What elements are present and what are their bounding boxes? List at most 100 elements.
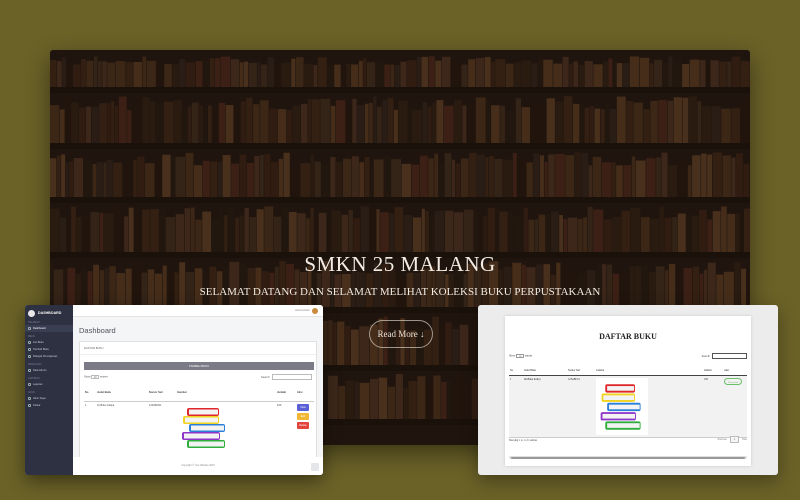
column-header[interactable]: Judul Buku [523, 367, 567, 376]
nav-group-label: AKUN [28, 391, 35, 394]
horizontal-scrollbar[interactable] [509, 456, 747, 459]
column-header[interactable]: No [509, 367, 523, 376]
entries-length: Show 10 entries [509, 354, 532, 358]
card-header: DAFTAR BUKU [80, 342, 316, 355]
column-header[interactable]: Jumlah [703, 367, 723, 376]
download-button[interactable]: Download [724, 377, 742, 385]
edit-button[interactable]: Edit [297, 412, 309, 420]
sidebar-item-keluar[interactable]: Keluar [25, 402, 73, 409]
search-group: Search: [261, 374, 312, 380]
topbar: administrator [73, 305, 323, 317]
sidebar-item-dashboard[interactable]: Dashboard [25, 325, 73, 332]
search-label: Search: [701, 354, 710, 358]
entries-length: Show 10 entries [84, 375, 108, 379]
cell-seri: 123ABC01 [567, 375, 595, 438]
sidebar: DASHBOARD HALAMAN Dashboard MENU List Bu… [25, 305, 73, 475]
sidebar-item-label: Akun Saya [33, 397, 46, 400]
column-header[interactable]: Gambar [176, 385, 276, 402]
cell-no: 1 [84, 401, 96, 462]
entries-label: entries [524, 354, 533, 358]
add-book-button[interactable]: TAMBAH BUKU [84, 362, 314, 370]
cell-seri: 123ABC01 [148, 401, 176, 462]
cell-jumlah: 100 [703, 375, 723, 438]
logout-icon [28, 404, 31, 407]
show-label: Show [509, 354, 516, 358]
books-card: DAFTAR BUKU TAMBAH BUKU Show 10 entries … [79, 341, 317, 462]
view-button[interactable]: View [297, 403, 309, 411]
nav-group-label: PENGGUNA [28, 363, 42, 366]
column-header[interactable]: Nomor Seri [148, 385, 176, 402]
brand-logo-icon [28, 309, 35, 317]
book-image-frame [596, 377, 648, 435]
cell-judul: Ini Buku Kaliya [96, 401, 148, 462]
avatar[interactable] [312, 308, 318, 314]
sidebar-item-riwayat[interactable]: Riwayat Peminjaman [25, 353, 73, 360]
report-icon [28, 383, 31, 386]
search-input[interactable] [272, 374, 312, 380]
books-table: No Judul Buku Nomor Seri Gambar Jumlah A… [509, 367, 747, 438]
table-page: DAFTAR BUKU Show 10 entries Search: No J… [505, 316, 751, 466]
previous-page-button[interactable]: Previous [718, 438, 727, 441]
plus-icon [28, 348, 31, 351]
sidebar-item-label: Riwayat Peminjaman [33, 355, 58, 358]
user-icon [28, 369, 31, 372]
column-header[interactable]: Judul Buku [96, 385, 148, 402]
column-header[interactable]: Jumlah [276, 385, 296, 402]
column-header[interactable]: No [84, 385, 96, 402]
book-stack-image [182, 407, 225, 448]
read-more-button[interactable]: Read More ↓ [369, 320, 433, 348]
brand-label: DASHBOARD [38, 311, 62, 315]
sidebar-item-label: Tambah Buku [33, 348, 49, 351]
scrollbar-thumb[interactable] [511, 456, 745, 459]
books-table: No Judul Buku Nomor Seri Gambar Jumlah A… [84, 385, 314, 462]
search-input[interactable] [712, 353, 747, 359]
book-stack-image [600, 383, 641, 430]
user-name[interactable]: administrator [295, 309, 310, 312]
column-header[interactable]: Gambar [595, 367, 703, 376]
sidebar-item-laporan[interactable]: Laporan [25, 381, 73, 388]
account-icon [28, 397, 31, 400]
entries-select[interactable]: 10 [91, 375, 100, 379]
cell-jumlah: 100 [276, 401, 296, 462]
page-title: DAFTAR BUKU [599, 332, 657, 341]
cell-aksi: View Edit Delete [296, 401, 314, 462]
sidebar-item-data-admin[interactable]: Data Admin [25, 367, 73, 374]
scroll-to-top-button[interactable] [311, 463, 319, 471]
sidebar-item-label: Keluar [33, 404, 41, 407]
table-header-row: No Judul Buku Nomor Seri Gambar Jumlah A… [84, 385, 314, 402]
page-button-current[interactable]: 1 [729, 436, 739, 443]
nav-group-label: LAPORAN [28, 377, 40, 380]
show-label: Show [84, 375, 91, 379]
sidebar-item-list-buku[interactable]: List Buku [25, 339, 73, 346]
sidebar-brand[interactable]: DASHBOARD [25, 305, 73, 318]
table-info: Showing 1 to 1 of 1 entries [509, 439, 538, 442]
column-header[interactable]: Nomor Seri [567, 367, 595, 376]
sidebar-item-akun[interactable]: Akun Saya [25, 395, 73, 402]
nav-group-label: MENU [28, 335, 36, 338]
sidebar-item-label: List Buku [33, 341, 44, 344]
list-icon [28, 341, 31, 344]
cell-gambar [176, 401, 276, 462]
history-icon [28, 355, 31, 358]
column-header[interactable]: Aksi [296, 385, 314, 402]
cell-aksi: Download [723, 375, 747, 438]
entries-select[interactable]: 10 [516, 354, 525, 358]
column-header[interactable]: Aksi [723, 367, 747, 376]
delete-button[interactable]: Delete [297, 421, 309, 429]
admin-dashboard-window: DASHBOARD HALAMAN Dashboard MENU List Bu… [25, 305, 323, 475]
cell-gambar [595, 375, 703, 438]
hero-subtitle: SELAMAT DATANG DAN SELAMAT MELIHAT KOLEK… [199, 286, 601, 298]
sidebar-item-label: Laporan [33, 383, 43, 386]
table-row: 1 Ini Buku Kaliya 123ABC01 [509, 375, 747, 438]
nav-group-label: HALAMAN [28, 321, 40, 324]
sidebar-item-label: Dashboard [33, 327, 46, 330]
table-header-row: No Judul Buku Nomor Seri Gambar Jumlah A… [509, 367, 747, 376]
home-icon [28, 327, 31, 330]
entries-label: entries [99, 375, 108, 379]
next-page-button[interactable]: Next [742, 438, 747, 441]
search-group: Search: [702, 353, 747, 359]
footer: Copyright © Your Website 2023 [73, 457, 323, 475]
public-book-list-window: DAFTAR BUKU Show 10 entries Search: No J… [478, 305, 778, 475]
sidebar-item-tambah-buku[interactable]: Tambah Buku [25, 346, 73, 353]
cell-no: 1 [509, 375, 523, 438]
